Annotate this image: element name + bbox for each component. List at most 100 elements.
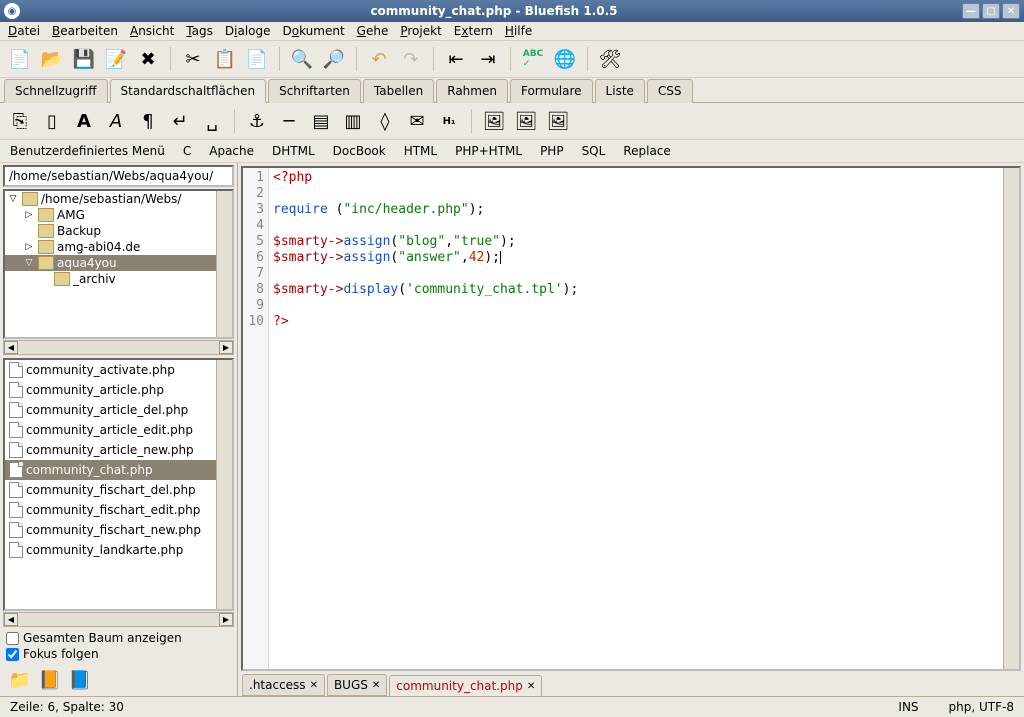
- menu-datei[interactable]: Datei: [8, 24, 40, 38]
- menu-hilfe[interactable]: Hilfe: [505, 24, 532, 38]
- find-icon[interactable]: 🔍: [288, 45, 316, 73]
- menu-dokument[interactable]: Dokument: [283, 24, 345, 38]
- file-item[interactable]: community_fischart_new.php: [5, 520, 216, 540]
- maximize-button[interactable]: ▢: [982, 3, 1000, 19]
- menu-apache[interactable]: Apache: [209, 144, 254, 158]
- tree-item[interactable]: _archiv: [5, 271, 216, 287]
- paragraph-icon[interactable]: ¶: [134, 107, 162, 135]
- close-tab-icon[interactable]: ✕: [372, 680, 380, 691]
- body-icon[interactable]: ▯: [38, 107, 66, 135]
- check-whole-tree[interactable]: Gesamten Baum anzeigen: [6, 630, 231, 646]
- file-item[interactable]: community_article_new.php: [5, 440, 216, 460]
- paste-icon[interactable]: 📄: [243, 45, 271, 73]
- tab-standardschaltflaechen[interactable]: Standardschaltflächen: [110, 79, 267, 103]
- menu-dialoge[interactable]: Dialoge: [225, 24, 271, 38]
- doc-tab[interactable]: .htaccess✕: [242, 674, 325, 696]
- menu-projekt[interactable]: Projekt: [400, 24, 441, 38]
- image-icon[interactable]: 🖼: [480, 107, 508, 135]
- outdent-icon[interactable]: ⇥: [474, 45, 502, 73]
- menu-extern[interactable]: Extern: [454, 24, 493, 38]
- menu-html[interactable]: HTML: [404, 144, 437, 158]
- file-item[interactable]: community_fischart_del.php: [5, 480, 216, 500]
- tab-css[interactable]: CSS: [647, 79, 693, 103]
- save-icon[interactable]: 💾: [70, 45, 98, 73]
- open-file-icon[interactable]: 📂: [38, 45, 66, 73]
- filelist-scrollbar[interactable]: [216, 360, 232, 609]
- multi-thumbnail-icon[interactable]: 🖼: [544, 107, 572, 135]
- file-item[interactable]: community_article.php: [5, 380, 216, 400]
- center-icon[interactable]: ▤: [307, 107, 335, 135]
- file-item[interactable]: community_chat.php: [5, 460, 216, 480]
- cut-icon[interactable]: ✂: [179, 45, 207, 73]
- nbsp-icon[interactable]: ␣: [198, 107, 226, 135]
- bold-icon[interactable]: A: [70, 107, 98, 135]
- file-item[interactable]: community_fischart_edit.php: [5, 500, 216, 520]
- tab-rahmen[interactable]: Rahmen: [436, 79, 508, 103]
- right-icon[interactable]: ▥: [339, 107, 367, 135]
- file-item[interactable]: community_activate.php: [5, 360, 216, 380]
- close-file-icon[interactable]: ✖: [134, 45, 162, 73]
- anchor-icon[interactable]: ⚓: [243, 107, 271, 135]
- indent-icon[interactable]: ⇤: [442, 45, 470, 73]
- menu-tags[interactable]: Tags: [186, 24, 213, 38]
- sidebar-reference-icon[interactable]: 📘: [66, 666, 94, 694]
- new-file-icon[interactable]: 📄: [6, 45, 34, 73]
- sidebar-files-icon[interactable]: 📁: [6, 666, 34, 694]
- menu-phphtml[interactable]: PHP+HTML: [455, 144, 522, 158]
- sidebar-bookmarks-icon[interactable]: 📙: [36, 666, 64, 694]
- italic-icon[interactable]: A: [102, 107, 130, 135]
- email-icon[interactable]: ✉: [403, 107, 431, 135]
- thumbnail-icon[interactable]: 🖼: [512, 107, 540, 135]
- doc-tab[interactable]: BUGS✕: [327, 674, 387, 696]
- tab-liste[interactable]: Liste: [595, 79, 645, 103]
- tree-item[interactable]: ▷AMG: [5, 207, 216, 223]
- tab-schriftarten[interactable]: Schriftarten: [268, 79, 361, 103]
- preferences-icon[interactable]: 🛠: [596, 45, 624, 73]
- menu-c[interactable]: C: [183, 144, 191, 158]
- close-button[interactable]: ✕: [1002, 3, 1020, 19]
- check-follow-focus[interactable]: Fokus folgen: [6, 646, 231, 662]
- browser-icon[interactable]: 🌐: [551, 45, 579, 73]
- close-tab-icon[interactable]: ✕: [527, 681, 535, 692]
- filelist-hscroll[interactable]: ◀▶: [3, 612, 234, 627]
- menu-docbook[interactable]: DocBook: [333, 144, 386, 158]
- close-tab-icon[interactable]: ✕: [310, 680, 318, 691]
- menu-ansicht[interactable]: Ansicht: [130, 24, 174, 38]
- save-as-icon[interactable]: 📝: [102, 45, 130, 73]
- tree-hscroll[interactable]: ◀▶: [3, 340, 234, 355]
- minimize-button[interactable]: —: [962, 3, 980, 19]
- file-item[interactable]: community_article_del.php: [5, 400, 216, 420]
- tree-item[interactable]: ▷amg-abi04.de: [5, 239, 216, 255]
- menu-sql[interactable]: SQL: [582, 144, 606, 158]
- file-item[interactable]: community_landkarte.php: [5, 540, 216, 560]
- menu-dhtml[interactable]: DHTML: [272, 144, 315, 158]
- copy-icon[interactable]: 📋: [211, 45, 239, 73]
- tab-formulare[interactable]: Formulare: [510, 79, 593, 103]
- spellcheck-icon[interactable]: ABC✓: [519, 45, 547, 73]
- doc-tab[interactable]: community_chat.php✕: [389, 675, 542, 696]
- hr-icon[interactable]: ─: [275, 107, 303, 135]
- replace-icon[interactable]: 🔎: [320, 45, 348, 73]
- quickstart-icon[interactable]: ⎘: [6, 107, 34, 135]
- tree-item[interactable]: ▽aqua4you: [5, 255, 216, 271]
- comment-icon[interactable]: ◊: [371, 107, 399, 135]
- redo-icon[interactable]: ↷: [397, 45, 425, 73]
- menu-gehe[interactable]: Gehe: [357, 24, 389, 38]
- heading-icon[interactable]: H₁: [435, 107, 463, 135]
- tab-schnellzugriff[interactable]: Schnellzugriff: [4, 79, 108, 103]
- menu-bearbeiten[interactable]: Bearbeiten: [52, 24, 118, 38]
- path-input[interactable]: /home/sebastian/Webs/aqua4you/: [3, 165, 234, 187]
- tab-tabellen[interactable]: Tabellen: [363, 79, 434, 103]
- menu-custom[interactable]: Benutzerdefiniertes Menü: [10, 144, 165, 158]
- code-editor[interactable]: <?php require ("inc/header.php"); $smart…: [269, 168, 1003, 669]
- tree-scrollbar[interactable]: [216, 191, 232, 337]
- main-toolbar: 📄 📂 💾 📝 ✖ ✂ 📋 📄 🔍 🔎 ↶ ↷ ⇤ ⇥ ABC✓ 🌐 🛠: [0, 41, 1024, 78]
- menu-php[interactable]: PHP: [540, 144, 564, 158]
- menu-replace[interactable]: Replace: [623, 144, 670, 158]
- editor-scrollbar[interactable]: [1003, 168, 1019, 669]
- file-item[interactable]: community_article_edit.php: [5, 420, 216, 440]
- undo-icon[interactable]: ↶: [365, 45, 393, 73]
- break-icon[interactable]: ↵: [166, 107, 194, 135]
- tree-item[interactable]: ▽/home/sebastian/Webs/: [5, 191, 216, 207]
- tree-item[interactable]: Backup: [5, 223, 216, 239]
